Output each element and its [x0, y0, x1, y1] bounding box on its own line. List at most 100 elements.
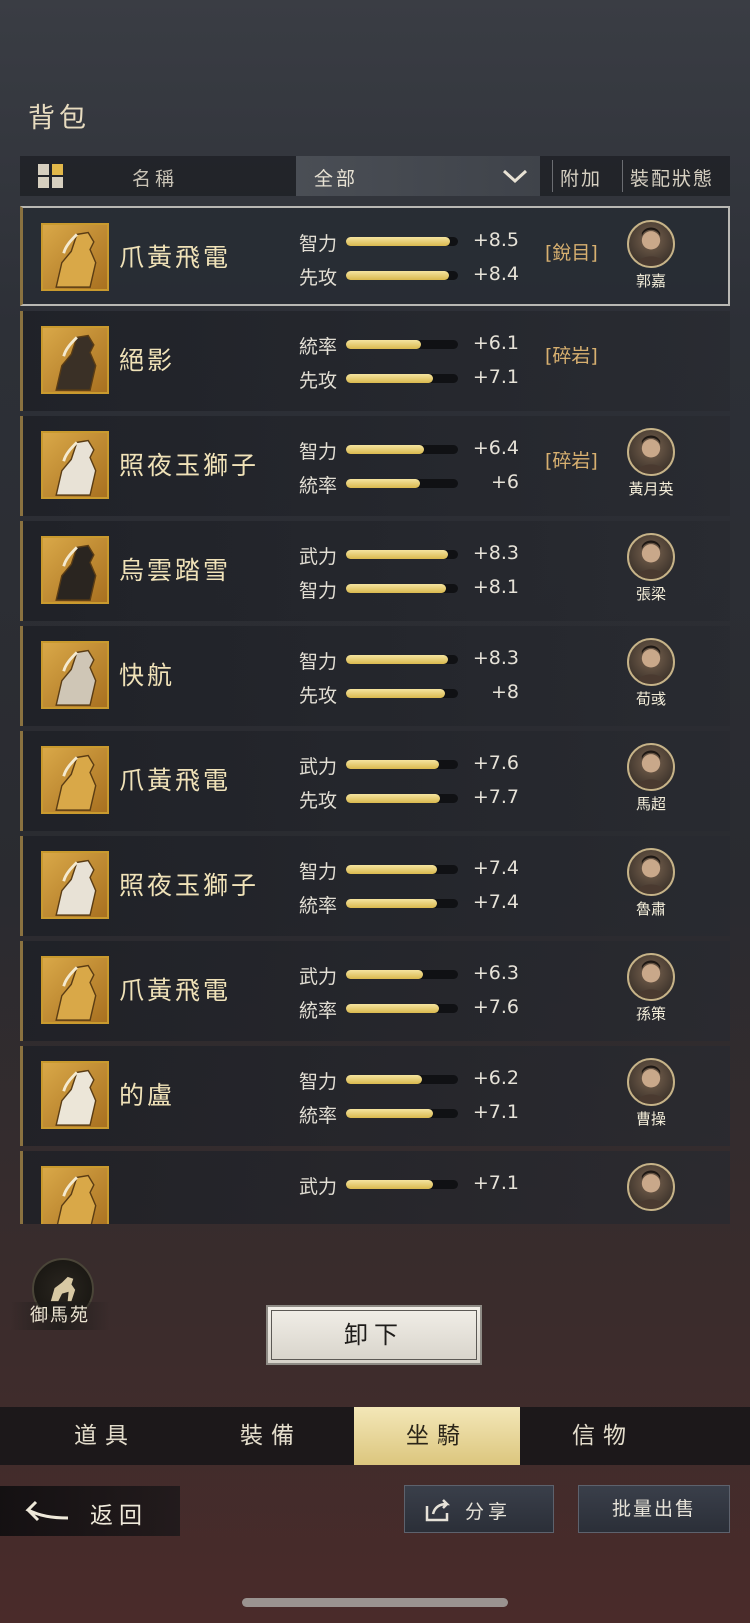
- general-avatar[interactable]: [627, 220, 675, 268]
- stat-bar-fill: [346, 1109, 433, 1118]
- stat-bar: [346, 550, 458, 559]
- unequip-button[interactable]: 卸下: [266, 1305, 482, 1365]
- stat-bar-fill: [346, 271, 449, 280]
- stat-bar-fill: [346, 970, 423, 979]
- stat-bar: [346, 479, 458, 488]
- stat-label: 先攻: [299, 370, 338, 392]
- stat-bar: [346, 1075, 458, 1084]
- stable-label: 御馬苑: [10, 1302, 110, 1330]
- tab-equipment[interactable]: 裝備: [188, 1407, 354, 1465]
- horse-portrait-icon: [41, 536, 109, 604]
- stat-label: 智力: [299, 441, 338, 463]
- home-indicator: [242, 1598, 508, 1607]
- stat-value: +6: [490, 471, 519, 493]
- stat-label: 統率: [299, 1000, 338, 1022]
- stat-bar-fill: [346, 340, 421, 349]
- back-button[interactable]: 返回: [0, 1486, 180, 1536]
- stat-bar-fill: [346, 1075, 422, 1084]
- mount-name: 照夜玉獅子: [119, 451, 260, 480]
- tab-items[interactable]: 道具: [22, 1407, 188, 1465]
- mount-name: 快航: [119, 661, 176, 690]
- general-avatar[interactable]: [627, 428, 675, 476]
- stat-value: +8.3: [472, 542, 519, 564]
- stat-bar: [346, 655, 458, 664]
- stat-bar-fill: [346, 689, 445, 698]
- stat-bar: [346, 1109, 458, 1118]
- general-avatar[interactable]: [627, 953, 675, 1001]
- stat-label: 智力: [299, 651, 338, 673]
- general-name: 馬超: [635, 795, 666, 813]
- stat-bar: [346, 899, 458, 908]
- mount-row[interactable]: 爪黃飛電 武力 +6.3 統率 +7.6 孫策: [20, 941, 730, 1041]
- horse-portrait-icon: [41, 223, 109, 291]
- horse-portrait-icon: [41, 851, 109, 919]
- general-name: 郭嘉: [635, 272, 666, 290]
- general-avatar[interactable]: [627, 1163, 675, 1211]
- mount-row[interactable]: 照夜玉獅子 智力 +6.4 統率 +6 [碎岩] 黃月英: [20, 416, 730, 516]
- grid-view-icon[interactable]: [38, 164, 64, 188]
- general-avatar[interactable]: [627, 1058, 675, 1106]
- stat-value: +8.1: [472, 576, 519, 598]
- general-name: 孫策: [635, 1005, 666, 1023]
- stat-value: +7.1: [472, 366, 519, 388]
- horse-portrait-icon: [41, 326, 109, 394]
- mount-name: 絕影: [119, 346, 176, 375]
- mount-list[interactable]: 爪黃飛電 智力 +8.5 先攻 +8.4 [銳目] 郭嘉 絕影 統率 +6.1 先攻 +7.1 [碎岩]…: [20, 206, 730, 1224]
- sort-by-status[interactable]: 裝配狀態: [630, 164, 714, 191]
- tab-tokens[interactable]: 信物: [520, 1407, 686, 1465]
- mount-row[interactable]: 絕影 統率 +6.1 先攻 +7.1 [碎岩]: [20, 311, 730, 411]
- mount-row[interactable]: 快航 智力 +8.3 先攻 +8 荀彧: [20, 626, 730, 726]
- stat-bar-fill: [346, 865, 437, 874]
- chevron-down-icon: [502, 169, 528, 184]
- stat-value: +6.4: [472, 437, 519, 459]
- stat-bar: [346, 1180, 458, 1189]
- stat-bar: [346, 340, 458, 349]
- share-button[interactable]: 分享: [404, 1485, 554, 1533]
- stat-label: 智力: [299, 580, 338, 602]
- stat-bar-fill: [346, 899, 437, 908]
- stat-bar-fill: [346, 237, 450, 246]
- stat-value: +8.5: [472, 229, 519, 251]
- stat-bar: [346, 237, 458, 246]
- horse-portrait-icon: [41, 1061, 109, 1129]
- mount-row[interactable]: 照夜玉獅子 智力 +7.4 統率 +7.4 魯肅: [20, 836, 730, 936]
- general-name: 張梁: [635, 585, 666, 603]
- sort-by-extra[interactable]: 附加: [560, 164, 602, 191]
- stat-bar-fill: [346, 374, 433, 383]
- stat-value: +6.2: [472, 1067, 519, 1089]
- bulk-sell-button[interactable]: 批量出售: [578, 1485, 730, 1533]
- stat-value: +7.1: [472, 1172, 519, 1194]
- mount-name: 爪黃飛電: [119, 976, 232, 1005]
- list-header: 名稱 全部 附加 裝配狀態: [20, 156, 730, 196]
- mount-row[interactable]: 的盧 智力 +6.2 統率 +7.1 曹操: [20, 1046, 730, 1146]
- stat-value: +7.7: [472, 786, 519, 808]
- general-avatar[interactable]: [627, 638, 675, 686]
- mount-name: 爪黃飛電: [119, 766, 232, 795]
- general-avatar[interactable]: [627, 848, 675, 896]
- mount-row[interactable]: 烏雲踏雪 武力 +8.3 智力 +8.1 張梁: [20, 521, 730, 621]
- stat-label: 武力: [299, 966, 338, 988]
- mount-row[interactable]: 爪黃飛電 智力 +8.5 先攻 +8.4 [銳目] 郭嘉: [20, 206, 730, 306]
- general-name: 黃月英: [628, 480, 674, 498]
- stat-value: +8: [490, 681, 519, 703]
- filter-value: 全部: [314, 168, 359, 190]
- category-tabs: 道具 裝備 坐騎 信物: [0, 1407, 750, 1465]
- stat-value: +6.1: [472, 332, 519, 354]
- sort-by-name[interactable]: 名稱: [132, 164, 178, 191]
- stat-label: 統率: [299, 336, 338, 358]
- stat-bar: [346, 970, 458, 979]
- stat-bar-fill: [346, 445, 424, 454]
- share-label: 分享: [465, 1501, 512, 1523]
- mount-name: 照夜玉獅子: [119, 871, 260, 900]
- imperial-stable-button[interactable]: 御馬苑: [10, 1258, 110, 1338]
- tab-mounts[interactable]: 坐騎: [354, 1407, 520, 1465]
- mount-row[interactable]: 武力 +7.1: [20, 1151, 730, 1224]
- general-avatar[interactable]: [627, 533, 675, 581]
- stat-bar: [346, 865, 458, 874]
- mount-row[interactable]: 爪黃飛電 武力 +7.6 先攻 +7.7 馬超: [20, 731, 730, 831]
- stat-bar-fill: [346, 655, 448, 664]
- stat-value: +7.6: [472, 752, 519, 774]
- general-avatar[interactable]: [627, 743, 675, 791]
- stat-value: +6.3: [472, 962, 519, 984]
- filter-dropdown[interactable]: 全部: [296, 156, 540, 196]
